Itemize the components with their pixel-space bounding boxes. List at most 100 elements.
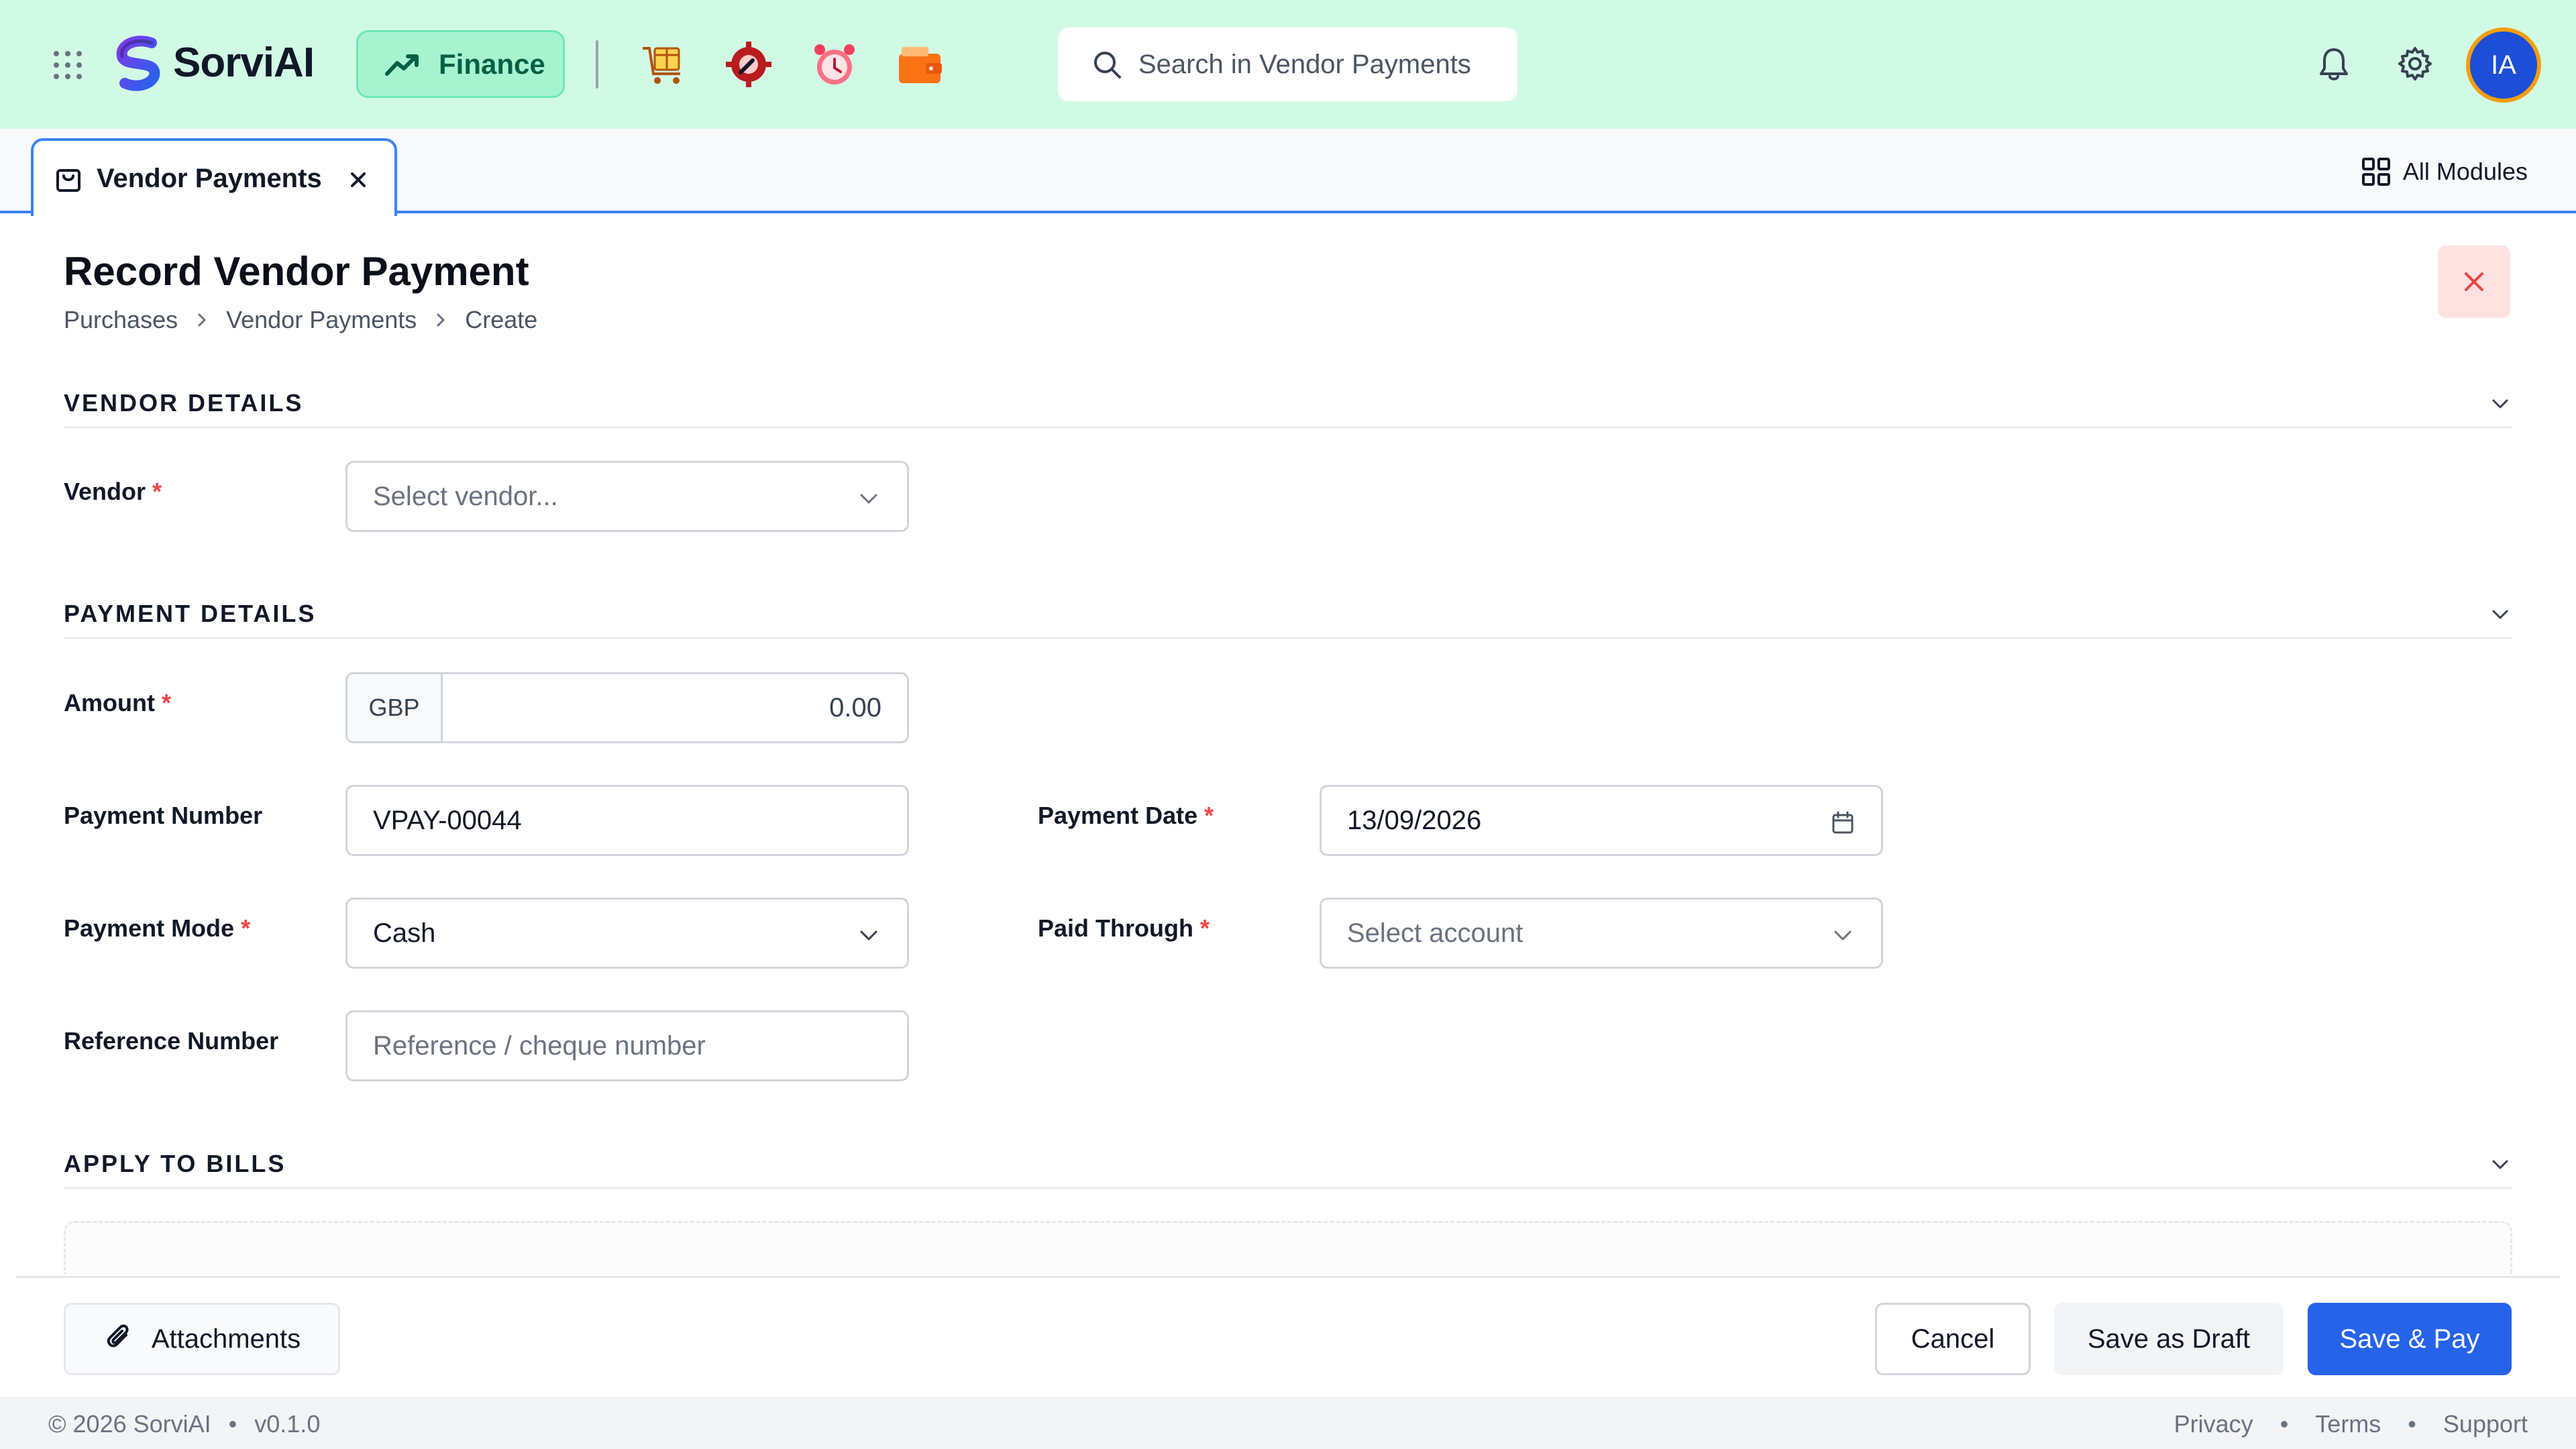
section-title: APPLY TO BILLS [64,1150,286,1177]
user-avatar[interactable]: IA [2466,28,2541,103]
payment-date-label: Payment Date * [1038,802,1214,830]
grid-dots-icon[interactable] [51,48,85,82]
search-input[interactable]: Search in Vendor Payments [1058,28,1517,101]
footer-link-privacy[interactable]: Privacy [2174,1410,2253,1438]
payment-date-input[interactable]: 13/09/2026 [1320,785,1883,856]
chevron-right-icon [198,313,206,327]
top-navigation-bar: SorviAI Finance Search in Vendor Payment… [0,0,2576,129]
section-header-apply-to-bills: APPLY TO BILLS [64,1150,2512,1177]
search-placeholder: Search in Vendor Payments [1138,49,1471,79]
attachments-button[interactable]: Attachments [64,1303,340,1375]
vendor-label: Vendor * [64,478,162,506]
payment-number-input[interactable]: VPAY-00044 [345,785,909,856]
paid-through-placeholder: Select account [1347,918,1523,948]
required-marker: * [241,914,251,942]
gear-icon[interactable] [2396,44,2434,83]
chevron-right-icon [437,313,445,327]
paid-through-label: Paid Through * [1038,914,1210,943]
page-title: Record Vendor Payment [64,249,529,294]
search-icon [1094,52,1121,78]
sorviai-logo-icon[interactable] [110,34,170,94]
footer-link-terms[interactable]: Terms [2315,1410,2381,1438]
chevron-down-icon [1834,930,1851,941]
shopping-bag-icon [56,169,80,192]
section-header-payment-details: PAYMENT DETAILS [64,600,2512,627]
currency-badge: GBP [347,674,443,741]
footer-links: Privacy • Terms • Support [2174,1410,2528,1438]
finance-module-label: Finance [439,48,545,80]
paid-through-select[interactable]: Select account [1320,898,1883,969]
vendor-label-text: Vendor [64,478,146,505]
paid-through-label-text: Paid Through [1038,914,1193,942]
chevron-down-icon [860,494,877,504]
payment-mode-label-text: Payment Mode [64,914,235,942]
required-marker: * [1199,914,1210,942]
amount-input[interactable]: 0.00 [443,674,907,741]
breadcrumb-item-create: Create [465,306,538,333]
separator-dot: • [2408,1410,2416,1438]
close-icon[interactable] [349,170,368,189]
section-title: PAYMENT DETAILS [64,600,317,627]
wallet-icon[interactable] [895,39,946,90]
save-as-draft-button[interactable]: Save as Draft [2054,1303,2284,1375]
tab-vendor-payments[interactable]: Vendor Payments [31,138,397,216]
cancel-button[interactable]: Cancel [1875,1303,2031,1375]
amount-field: GBP 0.00 [345,672,909,743]
alarm-clock-icon[interactable] [809,39,860,90]
amount-label-text: Amount [64,689,155,716]
breadcrumb-item-purchases[interactable]: Purchases [64,306,178,334]
page-footer: © 2026 SorviAI • v0.1.0 Privacy • Terms … [0,1397,2576,1449]
payment-mode-select[interactable]: Cash [345,898,909,969]
settings-wrench-icon[interactable] [723,39,774,90]
section-divider [64,637,2512,639]
calendar-icon[interactable] [1830,810,1856,835]
payment-number-label: Payment Number [64,802,263,829]
app-name: SorviAI [173,40,315,86]
chevron-down-icon[interactable] [2488,392,2512,416]
footer-link-support[interactable]: Support [2443,1410,2528,1438]
paperclip-icon [107,1324,129,1348]
payment-mode-label: Payment Mode * [64,914,250,943]
save-and-pay-button[interactable]: Save & Pay [2308,1303,2512,1375]
grid-squares-icon [2361,158,2390,186]
footer-left: © 2026 SorviAI • v0.1.0 [48,1410,320,1438]
amount-label: Amount * [64,689,171,717]
copyright: © 2026 SorviAI [48,1410,211,1438]
vendor-placeholder: Select vendor... [373,481,558,511]
chevron-down-icon [860,930,877,941]
close-icon [2465,272,2483,291]
required-marker: * [152,478,162,505]
tab-strip: Vendor Payments All Modules [0,129,2576,216]
reference-placeholder: Reference / cheque number [373,1030,706,1061]
vendor-select[interactable]: Select vendor... [345,461,909,532]
chevron-down-icon[interactable] [2488,602,2512,627]
section-header-vendor-details: VENDOR DETAILS [64,389,2512,417]
reference-number-input[interactable]: Reference / cheque number [345,1010,909,1081]
version: v0.1.0 [254,1410,321,1438]
inventory-box-icon[interactable] [637,39,688,90]
all-modules-button[interactable]: All Modules [2361,157,2528,186]
separator-dot: • [228,1410,237,1438]
payment-number-value: VPAY-00044 [373,805,522,835]
divider [596,40,598,89]
all-modules-label: All Modules [2402,158,2528,185]
payment-mode-value: Cash [373,918,436,948]
bell-icon[interactable] [2314,44,2353,83]
section-divider [64,1187,2512,1189]
payment-date-label-text: Payment Date [1038,802,1198,829]
close-form-button[interactable] [2438,246,2510,318]
breadcrumb: Purchases Vendor Payments Create [64,306,537,334]
action-bar-divider [16,1276,2560,1278]
breadcrumb-item-vendor-payments[interactable]: Vendor Payments [226,306,417,334]
attachments-label: Attachments [151,1324,301,1354]
required-marker: * [161,689,171,716]
required-marker: * [1204,802,1214,829]
separator-dot: • [2279,1410,2289,1438]
reference-number-label: Reference Number [64,1027,279,1055]
chevron-down-icon[interactable] [2488,1152,2512,1177]
section-divider [64,427,2512,428]
section-title: VENDOR DETAILS [64,389,304,417]
bills-drop-area [64,1221,2512,1275]
finance-module-button[interactable]: Finance [356,30,565,98]
trending-up-icon [385,54,419,76]
